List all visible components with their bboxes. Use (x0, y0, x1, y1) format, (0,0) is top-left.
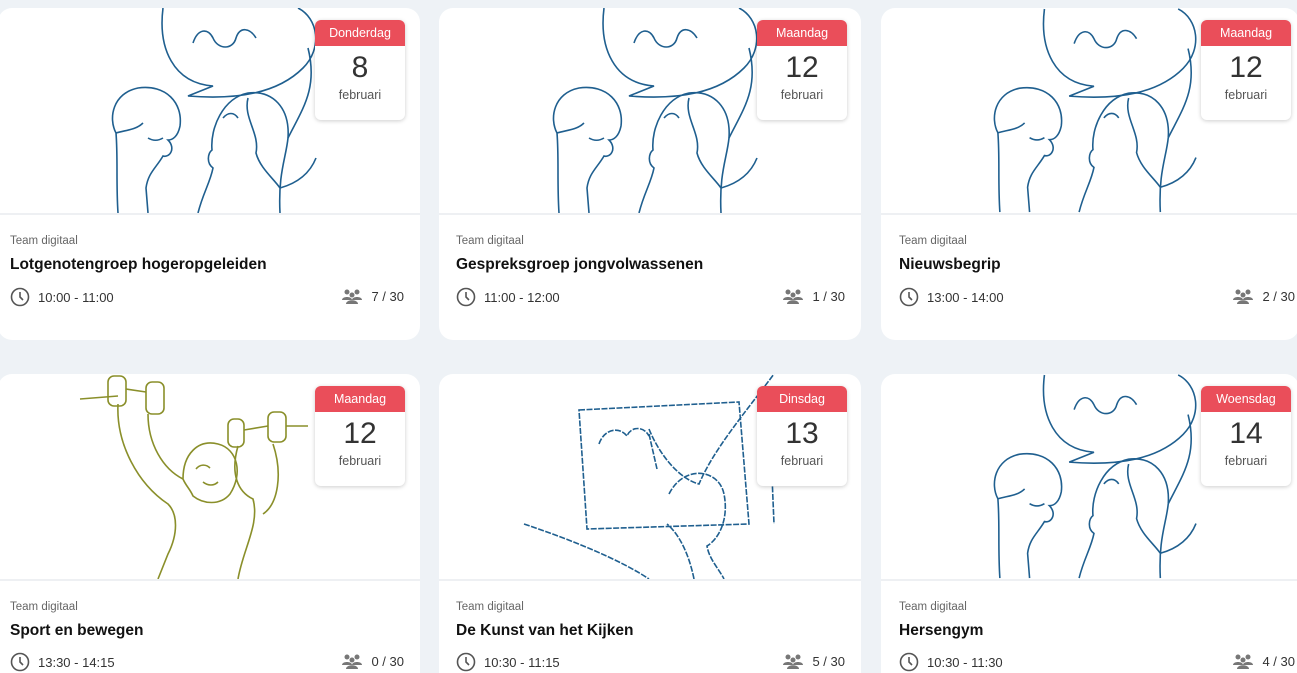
weekday-label: Maandag (757, 20, 847, 46)
capacity-text: 4 / 30 (1262, 653, 1295, 669)
month-label: februari (1224, 454, 1268, 468)
capacity-text: 5 / 30 (812, 653, 845, 669)
activity-card[interactable]: Maandag 12 februari Team digitaal Gespre… (439, 8, 861, 340)
capacity-row: 0 / 30 (341, 653, 404, 669)
day-number: 8 (351, 51, 369, 84)
date-badge: Maandag 12 februari (315, 386, 405, 486)
date-badge: Maandag 12 februari (757, 20, 847, 120)
day-number: 12 (1229, 51, 1263, 84)
capacity-text: 0 / 30 (371, 653, 404, 669)
activity-card[interactable]: Maandag 12 februari Team digitaal Nieuws… (881, 8, 1297, 340)
day-number: 12 (785, 51, 819, 84)
date-badge: Maandag 12 februari (1201, 20, 1291, 120)
capacity-row: 2 / 30 (1232, 288, 1295, 304)
time-row: 13:00 - 14:00 (899, 287, 1004, 307)
time-text: 10:30 - 11:15 (484, 654, 560, 670)
divider (0, 213, 420, 215)
activity-card[interactable]: Woensdag 14 februari Team digitaal Herse… (881, 374, 1297, 673)
time-row: 10:00 - 11:00 (10, 287, 114, 307)
capacity-text: 2 / 30 (1262, 288, 1295, 304)
time-text: 10:30 - 11:30 (927, 654, 1003, 670)
capacity-row: 5 / 30 (782, 653, 845, 669)
capacity-text: 7 / 30 (371, 288, 404, 304)
date-badge: Donderdag 8 februari (315, 20, 405, 120)
time-text: 13:30 - 14:15 (38, 654, 115, 670)
time-text: 11:00 - 12:00 (484, 289, 560, 305)
capacity-row: 1 / 30 (782, 288, 845, 304)
divider (439, 579, 861, 581)
time-row: 10:30 - 11:30 (899, 652, 1003, 672)
capacity-row: 4 / 30 (1232, 653, 1295, 669)
clock-icon (10, 287, 30, 307)
participants-icon (783, 289, 804, 304)
activity-card[interactable]: Donderdag 8 februari Team digitaal Lotge… (0, 8, 420, 340)
participants-icon (783, 654, 804, 669)
clock-icon (456, 287, 476, 307)
capacity-row: 7 / 30 (341, 288, 404, 304)
team-label: Team digitaal (10, 601, 78, 613)
weekday-label: Woensdag (1201, 386, 1291, 412)
capacity-text: 1 / 30 (812, 288, 845, 304)
weekday-label: Maandag (315, 386, 405, 412)
month-label: februari (780, 454, 824, 468)
date-badge: Dinsdag 13 februari (757, 386, 847, 486)
participants-icon (1233, 289, 1254, 304)
activity-title[interactable]: Nieuwsbegrip (899, 256, 1001, 274)
day-number: 13 (785, 417, 819, 450)
time-row: 10:30 - 11:15 (456, 652, 560, 672)
participants-icon (342, 654, 363, 669)
weekday-label: Donderdag (315, 20, 405, 46)
activity-title[interactable]: Sport en bewegen (10, 622, 144, 640)
time-text: 10:00 - 11:00 (38, 289, 114, 305)
day-number: 14 (1229, 417, 1263, 450)
team-label: Team digitaal (899, 235, 967, 247)
activity-card[interactable]: Maandag 12 februari Team digitaal Sport … (0, 374, 420, 673)
weekday-label: Dinsdag (757, 386, 847, 412)
team-label: Team digitaal (456, 235, 524, 247)
activity-title[interactable]: Gespreksgroep jongvolwassenen (456, 256, 703, 274)
clock-icon (899, 652, 919, 672)
participants-icon (1233, 654, 1254, 669)
clock-icon (10, 652, 30, 672)
activity-title[interactable]: De Kunst van het Kijken (456, 622, 633, 640)
divider (0, 579, 420, 581)
team-label: Team digitaal (10, 235, 78, 247)
participants-icon (342, 289, 363, 304)
activity-title[interactable]: Lotgenotengroep hogeropgeleiden (10, 256, 267, 274)
month-label: februari (338, 454, 382, 468)
clock-icon (456, 652, 476, 672)
divider (439, 213, 861, 215)
month-label: februari (338, 88, 382, 102)
weekday-label: Maandag (1201, 20, 1291, 46)
clock-icon (899, 287, 919, 307)
activity-card[interactable]: Dinsdag 13 februari Team digitaal De Kun… (439, 374, 861, 673)
time-row: 13:30 - 14:15 (10, 652, 115, 672)
date-badge: Woensdag 14 februari (1201, 386, 1291, 486)
divider (881, 579, 1297, 581)
month-label: februari (780, 88, 824, 102)
team-label: Team digitaal (899, 601, 967, 613)
time-row: 11:00 - 12:00 (456, 287, 560, 307)
divider (881, 213, 1297, 215)
day-number: 12 (343, 417, 377, 450)
team-label: Team digitaal (456, 601, 524, 613)
time-text: 13:00 - 14:00 (927, 289, 1004, 305)
month-label: februari (1224, 88, 1268, 102)
activity-title[interactable]: Hersengym (899, 622, 983, 640)
